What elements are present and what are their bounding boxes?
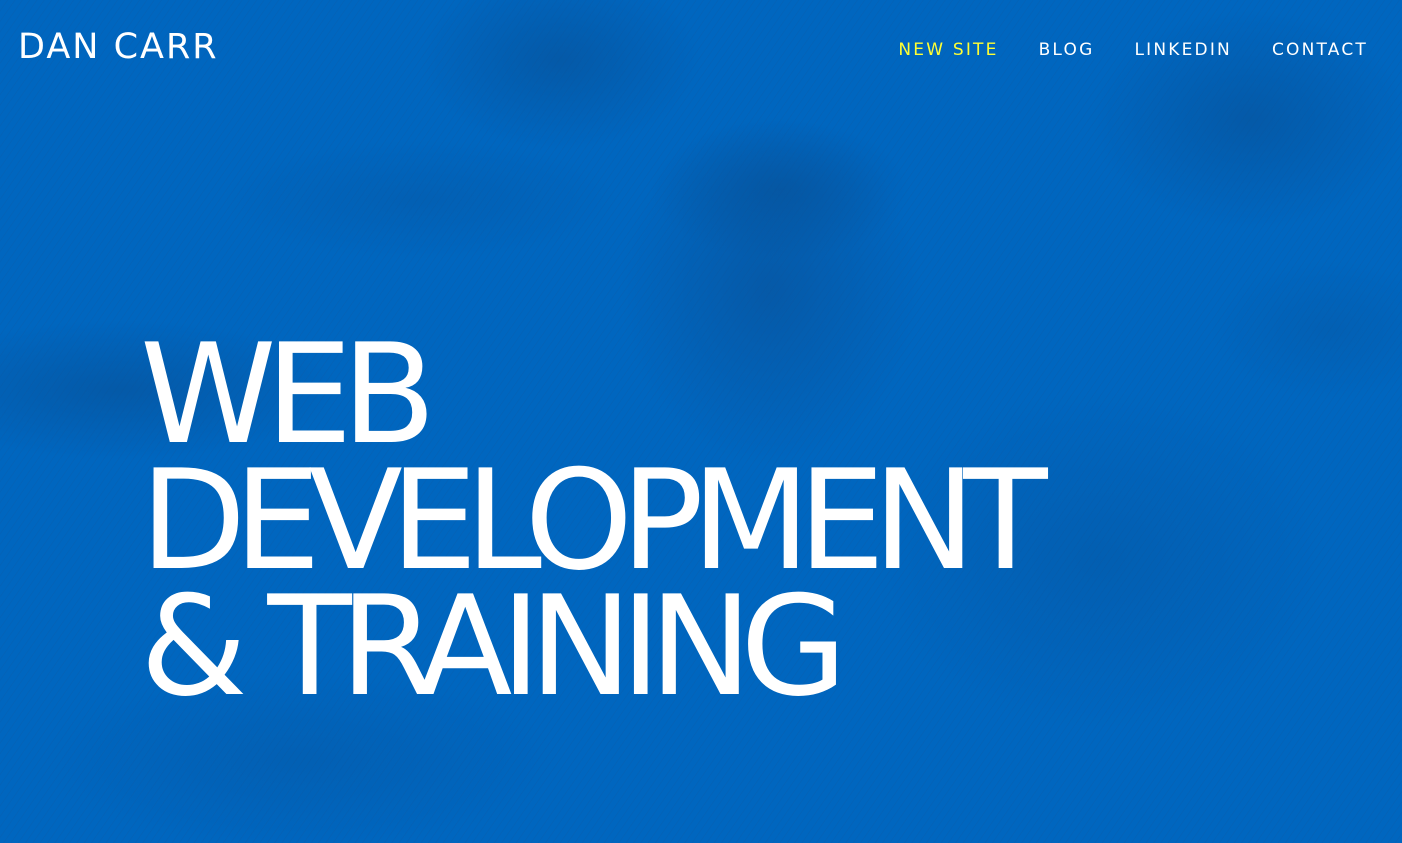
hero-line-training: & TRAINING <box>140 566 847 727</box>
main-nav: NEW SITE BLOG LINKEDIN CONTACT <box>858 42 1368 59</box>
hero-headline: WEB DEVELOPMENT & TRAINING <box>140 326 1048 727</box>
site-logo[interactable]: DAN CARR <box>18 30 219 65</box>
nav-link-new-site[interactable]: NEW SITE <box>898 42 998 59</box>
nav-link-contact[interactable]: CONTACT <box>1272 42 1368 59</box>
nav-link-blog[interactable]: BLOG <box>1039 42 1095 59</box>
nav-link-linkedin[interactable]: LINKEDIN <box>1134 42 1232 59</box>
